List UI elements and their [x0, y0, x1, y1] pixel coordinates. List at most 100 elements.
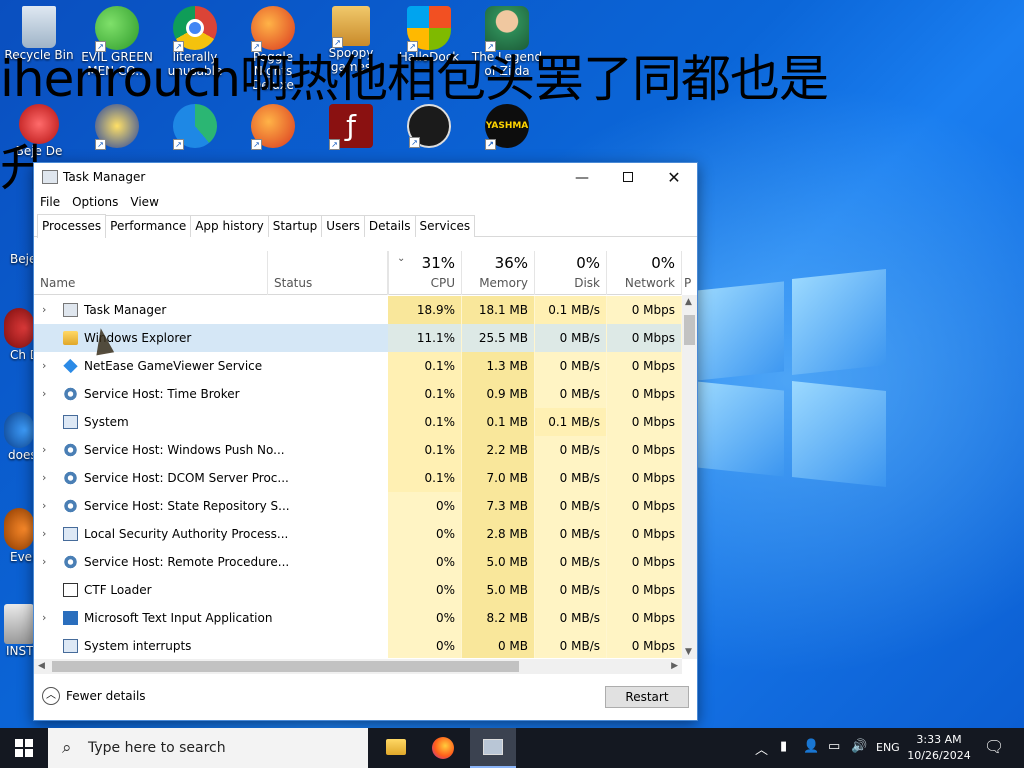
menu-options[interactable]: Options	[66, 193, 124, 211]
process-row[interactable]: System 0.1% 0.1 MB 0.1 MB/s 0 Mbps	[34, 408, 682, 436]
app-icon	[4, 508, 34, 550]
expand-chevron-icon[interactable]: ›	[42, 303, 46, 316]
process-name-cell: › NetEase GameViewer Service	[34, 352, 388, 380]
cpu-cell: 0%	[388, 492, 462, 520]
column-header-name[interactable]: Name	[34, 251, 268, 295]
process-row[interactable]: Windows Explorer 11.1% 25.5 MB 0 MB/s 0 Mbps	[34, 324, 682, 352]
network-cell: 0 Mbps	[607, 296, 682, 324]
taskbar-task-manager[interactable]	[470, 728, 516, 768]
column-header-status[interactable]: Status	[268, 251, 388, 295]
taskbar-firefox[interactable]	[420, 728, 466, 768]
process-name-cell: › Microsoft Text Input Application	[34, 604, 388, 632]
expand-chevron-icon[interactable]: ›	[42, 611, 46, 624]
process-list: › Task Manager 18.9% 18.1 MB 0.1 MB/s 0 Mbps W…	[34, 296, 682, 658]
process-row[interactable]: › Service Host: DCOM Server Proc... 0.1% 7.…	[34, 464, 682, 492]
notifications-icon[interactable]: 🗨	[984, 737, 1004, 756]
task-manager-icon	[63, 303, 78, 317]
device-icon[interactable]: ▮	[780, 739, 787, 754]
tab-performance[interactable]: Performance	[105, 215, 192, 237]
gear-icon	[63, 387, 78, 401]
process-name: System interrupts	[84, 639, 192, 653]
disk-cell: 0 MB/s	[535, 352, 607, 380]
chuzzle-icon	[4, 308, 34, 348]
column-header-memory[interactable]: 36% Memory	[462, 251, 535, 295]
process-name-cell: › Service Host: Windows Push No...	[34, 436, 388, 464]
memory-cell: 1.3 MB	[462, 352, 535, 380]
cpu-cell: 0%	[388, 520, 462, 548]
horizontal-scroll-thumb[interactable]	[52, 661, 519, 672]
volume-icon[interactable]: 🔊	[851, 739, 867, 754]
menu-file[interactable]: File	[34, 193, 66, 211]
scroll-right-arrow-icon[interactable]: ▶	[671, 661, 678, 671]
show-hidden-icons-chevron-icon[interactable]: ︿	[755, 739, 768, 758]
tab-startup[interactable]: Startup	[267, 215, 323, 237]
expand-chevron-icon[interactable]: ›	[42, 555, 46, 568]
installer-icon	[4, 604, 34, 644]
maximize-button[interactable]	[605, 163, 651, 193]
disk-cell: 0 MB/s	[535, 548, 607, 576]
process-name-cell: System	[34, 408, 388, 436]
close-button[interactable]: ✕	[651, 163, 697, 193]
process-row[interactable]: › Service Host: Windows Push No... 0.1% 2.2…	[34, 436, 682, 464]
vertical-scrollbar[interactable]: ▲ ▼	[682, 295, 697, 659]
column-header-power[interactable]: P	[682, 251, 697, 295]
clock[interactable]: 3:33 AM 10/26/2024	[905, 732, 973, 764]
expand-chevron-icon[interactable]: ›	[42, 387, 46, 400]
taskbar-search-box[interactable]: ⌕ Type here to search	[48, 728, 368, 768]
network-cell: 0 Mbps	[607, 604, 682, 632]
title-bar[interactable]: Task Manager — ✕	[34, 163, 697, 193]
process-row[interactable]: › Service Host: State Repository S... 0% 7.…	[34, 492, 682, 520]
process-row[interactable]: System interrupts 0% 0 MB 0 MB/s 0 Mbps	[34, 632, 682, 658]
user-icon[interactable]: 👤	[803, 739, 819, 754]
bejeweled-icon	[4, 232, 34, 252]
network-cell: 0 Mbps	[607, 632, 682, 658]
restart-button[interactable]: Restart	[605, 686, 689, 708]
process-row[interactable]: › Microsoft Text Input Application 0% 8.2 M…	[34, 604, 682, 632]
tab-services[interactable]: Services	[414, 215, 476, 237]
tab-processes[interactable]: Processes	[37, 214, 107, 238]
process-row[interactable]: › Service Host: Time Broker 0.1% 0.9 MB 0 MB…	[34, 380, 682, 408]
language-indicator[interactable]: ENG	[876, 741, 900, 754]
process-row[interactable]: CTF Loader 0% 5.0 MB 0 MB/s 0 Mbps	[34, 576, 682, 604]
scroll-left-arrow-icon[interactable]: ◀	[38, 661, 45, 671]
vertical-scroll-thumb[interactable]	[684, 315, 695, 345]
task-manager-icon	[483, 739, 503, 755]
tab-users[interactable]: Users	[321, 215, 365, 237]
system-icon	[63, 527, 78, 541]
start-button[interactable]	[0, 728, 48, 768]
text-input-icon	[63, 611, 78, 625]
firefox-icon	[432, 737, 454, 759]
network-cell: 0 Mbps	[607, 464, 682, 492]
process-row[interactable]: › Local Security Authority Process... 0% 2.…	[34, 520, 682, 548]
network-icon[interactable]: ▭	[828, 739, 840, 754]
expand-chevron-icon[interactable]: ›	[42, 471, 46, 484]
column-header-disk[interactable]: 0% Disk	[535, 251, 607, 295]
scroll-up-arrow-icon[interactable]: ▲	[685, 297, 692, 307]
memory-cell: 0.9 MB	[462, 380, 535, 408]
cpu-cell: 0%	[388, 576, 462, 604]
fewer-details-button[interactable]: ︿ Fewer details	[42, 687, 146, 705]
column-header-cpu[interactable]: ⌄ 31% CPU	[388, 251, 462, 295]
expand-chevron-icon[interactable]: ›	[42, 499, 46, 512]
tab-details[interactable]: Details	[363, 215, 416, 237]
process-row[interactable]: › Task Manager 18.9% 18.1 MB 0.1 MB/s 0 Mbps	[34, 296, 682, 324]
expand-chevron-icon[interactable]: ›	[42, 443, 46, 456]
task-manager-window: Task Manager — ✕ File Options View Process…	[33, 162, 698, 721]
process-row[interactable]: › NetEase GameViewer Service 0.1% 1.3 MB 0 M…	[34, 352, 682, 380]
tab-app-history[interactable]: App history	[190, 215, 269, 237]
menu-view[interactable]: View	[124, 193, 164, 211]
process-name: Task Manager	[84, 303, 167, 317]
scroll-down-arrow-icon[interactable]: ▼	[685, 647, 692, 657]
expand-chevron-icon[interactable]: ›	[42, 359, 46, 372]
column-header-network[interactable]: 0% Network	[607, 251, 682, 295]
horizontal-scrollbar[interactable]: ◀ ▶	[34, 659, 682, 674]
cpu-cell: 0%	[388, 604, 462, 632]
expand-chevron-icon[interactable]: ›	[42, 527, 46, 540]
process-name-cell: Windows Explorer	[34, 324, 388, 352]
minimize-button[interactable]: —	[559, 163, 605, 193]
process-row[interactable]: › Service Host: Remote Procedure... 0% 5.0 …	[34, 548, 682, 576]
memory-cell: 5.0 MB	[462, 548, 535, 576]
pen-icon	[63, 583, 78, 597]
overlay-text: ihenrouch啊热他相包头罢了同都也是	[0, 50, 829, 108]
taskbar-file-explorer[interactable]	[374, 728, 418, 768]
